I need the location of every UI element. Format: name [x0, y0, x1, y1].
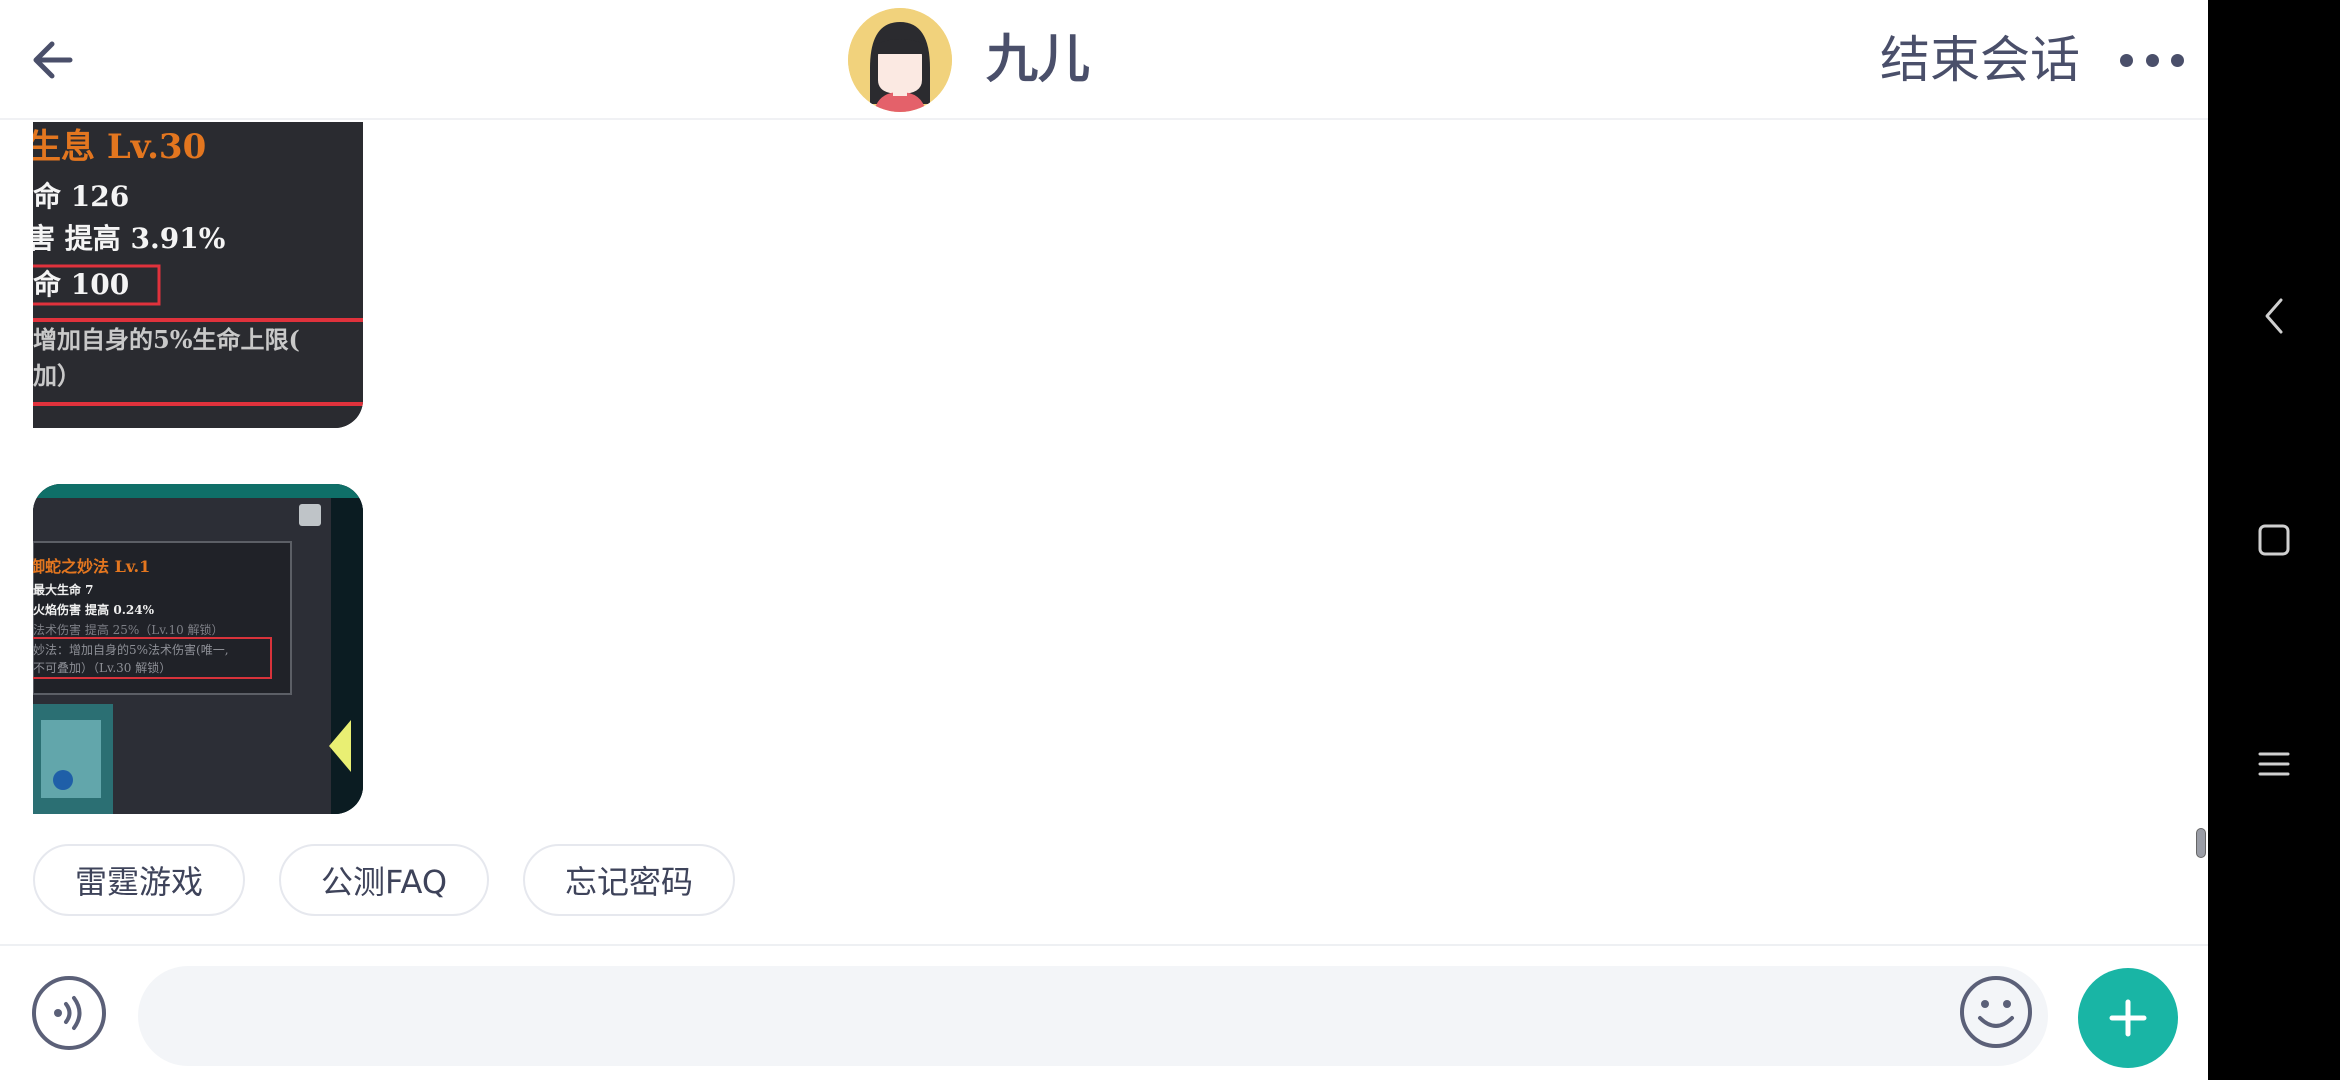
menu-lines-icon	[2258, 752, 2290, 776]
image-text-line: 命 126	[33, 180, 129, 213]
image-text-line: 最大生命 7	[33, 582, 94, 597]
chat-app: 九儿 结束会话 生息 Lv.30 命 126 害 提高 3.91% 命 100 …	[0, 0, 2208, 1080]
image-text-line: 火焰伤害 提高 0.24%	[33, 602, 155, 617]
image-text-line: 增加自身的5%生命上限(	[33, 325, 300, 354]
smiley-icon	[1960, 976, 2032, 1048]
image-text-line: 生息 Lv.30	[33, 127, 206, 167]
contact-name: 九儿	[986, 30, 1091, 90]
arrow-left-icon	[33, 41, 73, 79]
system-back-button[interactable]	[2244, 286, 2304, 346]
quick-replies: 雷霆游戏 公测FAQ 忘记密码	[33, 844, 736, 916]
image-text-line: 命 100	[33, 268, 129, 301]
image-text-line: 妙法：增加自身的5%法术伤害(唯一,	[33, 642, 229, 657]
scrollbar-thumb[interactable]	[2196, 828, 2206, 858]
plus-icon	[2109, 999, 2147, 1037]
back-button[interactable]	[20, 30, 80, 90]
image-message[interactable]: 生息 Lv.30 命 126 害 提高 3.91% 命 100 增加自身的5%生…	[33, 122, 363, 428]
square-icon	[2258, 524, 2290, 556]
image-text-line: 不可叠加）（Lv.30 解锁）	[33, 660, 171, 675]
system-home-button[interactable]	[2244, 510, 2304, 570]
message-input[interactable]	[138, 966, 2048, 1066]
voice-input-button[interactable]	[32, 976, 106, 1050]
avatar[interactable]	[848, 8, 952, 112]
more-options-button[interactable]	[2120, 44, 2184, 76]
avatar-girl-icon	[848, 8, 952, 112]
game-screenshot-image: 生息 Lv.30 命 126 害 提高 3.91% 命 100 增加自身的5%生…	[33, 122, 363, 428]
chat-header: 九儿 结束会话	[0, 0, 2208, 120]
quick-reply-chip[interactable]: 雷霆游戏	[33, 844, 246, 916]
quick-reply-chip[interactable]: 公测FAQ	[279, 844, 490, 916]
image-text-line: 御蛇之妙法 Lv.1	[33, 557, 150, 576]
system-recents-button[interactable]	[2244, 734, 2304, 794]
image-message[interactable]: 御蛇之妙法 Lv.1 最大生命 7 火焰伤害 提高 0.24% 法术伤害 提高 …	[33, 484, 363, 814]
chevron-left-icon	[2265, 298, 2283, 334]
more-dots-icon	[2120, 53, 2133, 67]
message-list[interactable]: 生息 Lv.30 命 126 害 提高 3.91% 命 100 增加自身的5%生…	[0, 122, 2208, 942]
end-session-button[interactable]: 结束会话	[1880, 30, 2080, 90]
emoji-button[interactable]	[1958, 974, 2034, 1050]
game-screenshot-image: 御蛇之妙法 Lv.1 最大生命 7 火焰伤害 提高 0.24% 法术伤害 提高 …	[33, 484, 363, 814]
image-text-line: 法术伤害 提高 25%（Lv.10 解锁）	[33, 622, 224, 637]
input-bar	[0, 944, 2208, 1080]
system-navigation-bar	[2208, 0, 2340, 1080]
voice-wave-icon	[54, 996, 82, 1030]
quick-reply-chip[interactable]: 忘记密码	[523, 844, 736, 916]
image-text-line: 害 提高 3.91%	[33, 222, 225, 255]
more-actions-button[interactable]	[2078, 968, 2178, 1068]
image-text-line: 加）	[33, 361, 81, 390]
